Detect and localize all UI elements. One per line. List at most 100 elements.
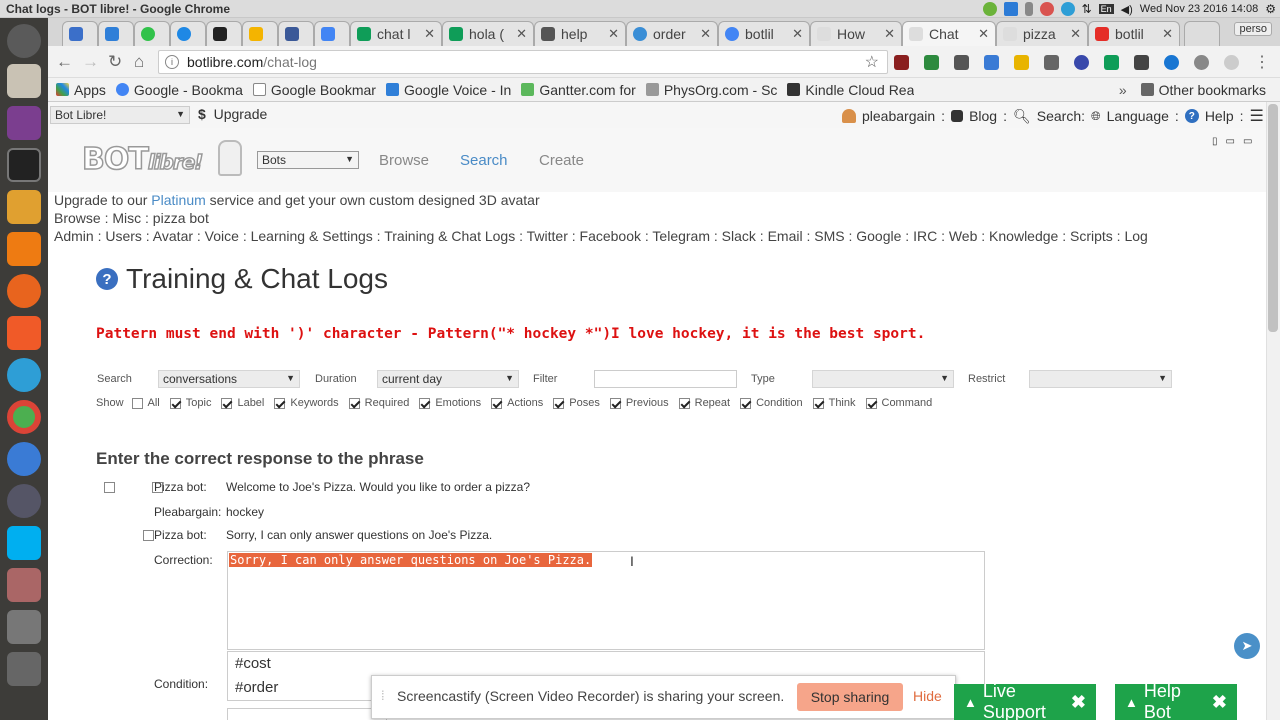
close-icon[interactable]: ✕: [978, 26, 989, 42]
telegram-app-icon[interactable]: [7, 358, 41, 392]
extension-camera-icon[interactable]: [1044, 55, 1059, 70]
tab-mail[interactable]: [62, 21, 98, 46]
firefox-icon[interactable]: [7, 274, 41, 308]
forward-icon[interactable]: →: [82, 52, 99, 72]
language-link[interactable]: Language: [1107, 108, 1169, 124]
extension-pin-icon[interactable]: [954, 55, 969, 70]
checkbox-poses[interactable]: Poses: [553, 397, 600, 409]
clock[interactable]: Wed Nov 23 2016 14:08: [1140, 3, 1258, 15]
close-icon[interactable]: ✕: [516, 26, 527, 42]
bookmark-apps[interactable]: Apps: [56, 82, 106, 98]
checkbox-repeat[interactable]: Repeat: [678, 397, 730, 409]
app-icon-3[interactable]: [7, 610, 41, 644]
checkbox-condition[interactable]: Condition: [740, 397, 803, 409]
back-icon[interactable]: ←: [56, 52, 73, 72]
star-icon[interactable]: ☆: [865, 52, 879, 72]
admin-menu[interactable]: Admin : Users : Avatar : Voice : Learnin…: [54, 228, 1148, 244]
extension-note-icon[interactable]: [1014, 55, 1029, 70]
brave-icon[interactable]: [7, 316, 41, 350]
upgrade-link[interactable]: $ Upgrade: [198, 106, 267, 122]
user-link[interactable]: pleabargain: [862, 108, 935, 124]
nav-create[interactable]: Create: [539, 152, 584, 169]
close-icon[interactable]: ✕: [792, 26, 803, 42]
tab-botlibre-google[interactable]: botlil ✕: [718, 21, 810, 46]
tab-whatsapp[interactable]: [134, 21, 170, 46]
sublime-icon[interactable]: [7, 190, 41, 224]
bookmark-item[interactable]: Kindle Cloud Rea: [787, 82, 914, 98]
tab-chat-active[interactable]: Chat ✕: [902, 21, 996, 46]
nav-browse[interactable]: Browse: [379, 152, 429, 169]
tab-chat-sheet[interactable]: chat l ✕: [350, 21, 442, 46]
checkbox[interactable]: [678, 397, 690, 409]
checkbox-topic[interactable]: Topic: [169, 397, 211, 409]
help-icon[interactable]: ?: [96, 268, 118, 290]
checkbox[interactable]: [419, 397, 431, 409]
extension-pushbullet-icon[interactable]: [1194, 55, 1209, 70]
hamburger-icon[interactable]: ☰: [1250, 106, 1264, 126]
chrome-icon[interactable]: [7, 400, 41, 434]
blog-link[interactable]: Blog: [969, 108, 997, 124]
search-link[interactable]: Search:: [1037, 108, 1085, 124]
tab-calendar[interactable]: [314, 21, 350, 46]
stop-sharing-button[interactable]: Stop sharing: [797, 683, 903, 711]
close-icon[interactable]: ✖: [1071, 692, 1086, 713]
extension-arrow-icon[interactable]: [1164, 55, 1179, 70]
tab-pizza[interactable]: pizza ✕: [996, 21, 1088, 46]
close-icon[interactable]: ✕: [1162, 26, 1173, 42]
tab-phone[interactable]: [98, 21, 134, 46]
checkbox[interactable]: [221, 397, 233, 409]
extension-mail-icon[interactable]: [1134, 55, 1149, 70]
search-select[interactable]: conversations ▼: [158, 370, 300, 388]
hide-button[interactable]: Hide: [913, 688, 942, 704]
profile-button[interactable]: perso: [1234, 22, 1272, 36]
checkbox[interactable]: [553, 397, 565, 409]
checkbox-think[interactable]: Think: [812, 397, 856, 409]
breadcrumb[interactable]: Browse : Misc : pizza bot: [54, 210, 209, 226]
checkbox-actions[interactable]: Actions: [491, 397, 543, 409]
next-textarea[interactable]: [227, 708, 387, 720]
checkbox[interactable]: [609, 397, 621, 409]
site-select[interactable]: Bot Libre! ▼: [50, 106, 190, 124]
tablet-view-icon[interactable]: ▭: [1226, 136, 1235, 147]
terminal-icon[interactable]: [7, 148, 41, 182]
extension-gray-icon[interactable]: [1224, 55, 1239, 70]
extension-screen-icon[interactable]: [984, 55, 999, 70]
bookmark-item[interactable]: PhysOrg.com - Sc: [645, 82, 777, 98]
bookmark-other[interactable]: Other bookmarks: [1140, 82, 1266, 98]
green-circle-icon[interactable]: [982, 2, 997, 16]
bookmarks-overflow-button[interactable]: »: [1119, 82, 1127, 98]
bookmark-item[interactable]: Google - Bookma: [115, 82, 243, 98]
extension-k-icon[interactable]: [1074, 55, 1089, 70]
files-icon[interactable]: [7, 64, 41, 98]
network-icon[interactable]: ⇅: [1082, 2, 1092, 16]
close-icon[interactable]: ✕: [424, 26, 435, 42]
checkbox-all[interactable]: All: [131, 397, 160, 409]
home-icon[interactable]: ⌂: [134, 52, 144, 72]
restrict-select[interactable]: ▼: [1029, 370, 1172, 388]
close-icon[interactable]: ✕: [1070, 26, 1081, 42]
volume-icon[interactable]: ◀): [1121, 3, 1133, 16]
checkbox[interactable]: [169, 397, 181, 409]
tab-amazon[interactable]: [206, 21, 242, 46]
tab-botlibre-youtube[interactable]: botlil ✕: [1088, 21, 1180, 46]
live-support-button[interactable]: ▲ Live Support ✖: [954, 681, 1096, 720]
type-select[interactable]: Bots ▼: [257, 151, 359, 169]
address-bar[interactable]: i botlibre.com/chat-log ☆: [158, 50, 888, 74]
keyboard-indicator[interactable]: En: [1098, 4, 1114, 14]
reload-icon[interactable]: ↻: [108, 52, 122, 72]
microphone-icon[interactable]: [1024, 2, 1033, 16]
app-icon-2[interactable]: [7, 568, 41, 602]
close-icon[interactable]: ✖: [1212, 692, 1227, 713]
checkbox[interactable]: [812, 397, 824, 409]
platinum-link[interactable]: Platinum: [151, 192, 205, 208]
close-icon[interactable]: ✕: [700, 26, 711, 42]
checkbox-keywords[interactable]: Keywords: [274, 397, 339, 409]
checkbox-previous[interactable]: Previous: [609, 397, 669, 409]
drag-handle-icon[interactable]: ⁞: [381, 688, 385, 703]
duration-select[interactable]: current day ▼: [377, 370, 519, 388]
checkbox[interactable]: [740, 397, 752, 409]
new-tab-button[interactable]: [1184, 21, 1220, 46]
skype-icon[interactable]: [7, 526, 41, 560]
dash-icon[interactable]: [7, 24, 41, 58]
tab-hola[interactable]: hola (✕: [442, 21, 534, 46]
